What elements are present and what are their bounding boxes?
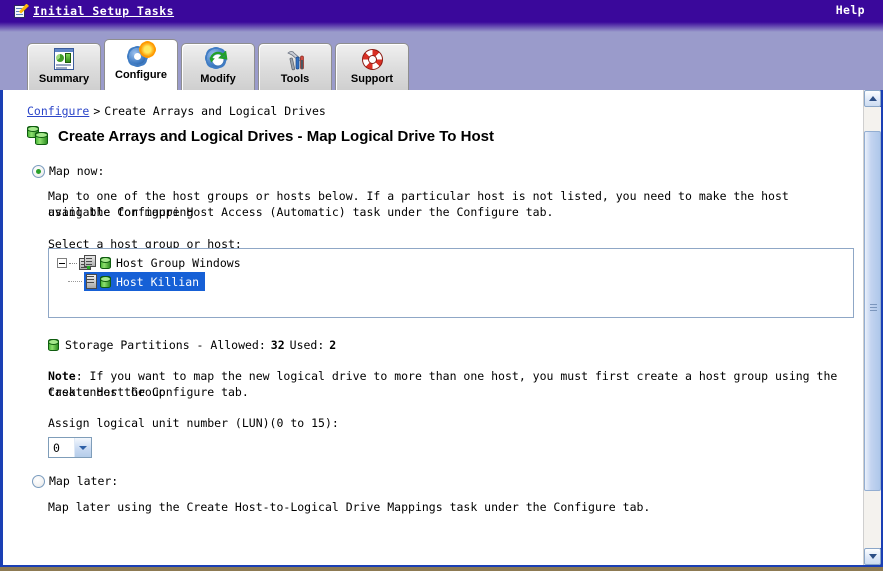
radio-map-now-label: Map now:: [49, 164, 105, 178]
tree-node-host-killian[interactable]: Host Killian: [84, 272, 206, 291]
tab-support[interactable]: Support: [335, 43, 409, 90]
tab-tools-label: Tools: [280, 73, 310, 85]
page-title-text: Create Arrays and Logical Drives - Map L…: [58, 127, 494, 145]
storage-partitions-used: 2: [329, 338, 337, 352]
tree-connector-line: [69, 262, 77, 264]
wizard-content: Map now: Map to one of the host groups o…: [6, 160, 854, 559]
tab-summary-label: Summary: [38, 73, 90, 85]
host-icon: [86, 274, 97, 289]
storage-partitions-allowed: 32: [270, 338, 285, 352]
chevron-down-icon[interactable]: [74, 438, 91, 457]
radio-map-later-control[interactable]: [32, 474, 45, 488]
lun-label: Assign logical unit number (LUN)(0 to 15…: [48, 416, 339, 430]
storage-partitions-text: Storage Partitions - Allowed:: [65, 338, 266, 352]
lun-selected-value: 0: [53, 440, 60, 455]
summary-report-icon: [51, 47, 77, 72]
tab-modify-label: Modify: [200, 73, 236, 85]
tab-configure-label: Configure: [115, 69, 167, 81]
chevron-up-icon: [868, 96, 877, 101]
green-cylinder-icon: [48, 338, 60, 352]
tab-modify[interactable]: Modify: [181, 43, 255, 90]
tree-node-host-group[interactable]: Host Group Windows: [57, 254, 853, 272]
tab-strip: Summary Configure Modify Tools Support: [0, 22, 883, 90]
hammer-wrench-icon: [282, 47, 308, 72]
tree-node-host-killian-label: Host Killian: [116, 274, 200, 289]
host-tree[interactable]: Host Group Windows Host Killian: [48, 248, 854, 318]
wizard-scroll-region: Map now: Map to one of the host groups o…: [6, 160, 867, 559]
green-disks-icon: [27, 126, 49, 146]
tab-list: Summary Configure Modify Tools Support: [27, 39, 412, 90]
green-cylinder-icon: [100, 275, 112, 289]
tab-tools[interactable]: Tools: [258, 43, 332, 90]
tab-configure[interactable]: Configure: [104, 39, 178, 90]
storage-partitions-used-label: Used:: [289, 338, 325, 352]
gear-sun-icon: [128, 43, 154, 68]
breadcrumb-link-configure[interactable]: Configure: [27, 104, 89, 118]
tree-child-connector: [68, 281, 82, 282]
map-now-description-line2: using the Configure Host Access (Automat…: [48, 205, 554, 219]
radio-map-later[interactable]: Map later:: [32, 474, 118, 488]
gear-refresh-icon: [205, 47, 231, 72]
note-label: Note: [48, 369, 76, 383]
scroll-down-button[interactable]: [864, 548, 881, 565]
radio-map-now-control[interactable]: [32, 164, 45, 178]
title-bar: Initial Setup Tasks Help: [0, 0, 883, 22]
notepad-pencil-icon: [14, 3, 29, 19]
radio-map-now[interactable]: Map now:: [32, 164, 104, 178]
breadcrumb-current: Create Arrays and Logical Drives: [104, 104, 326, 118]
breadcrumb-separator: >: [93, 104, 101, 118]
tab-summary[interactable]: Summary: [27, 43, 101, 90]
green-cylinder-icon: [100, 256, 112, 270]
page-title: Create Arrays and Logical Drives - Map L…: [27, 126, 494, 146]
tabstrip-gradient: [0, 22, 883, 32]
chevron-down-icon: [868, 554, 877, 559]
application-window: Initial Setup Tasks Help Summary Configu…: [0, 0, 883, 571]
help-link[interactable]: Help: [836, 3, 865, 17]
scroll-up-button[interactable]: [864, 90, 881, 107]
lun-select[interactable]: 0: [48, 437, 92, 458]
content-pane: Configure > Create Arrays and Logical Driv…: [0, 90, 883, 565]
tab-support-label: Support: [350, 73, 394, 85]
breadcrumb: Configure > Create Arrays and Logical Driv…: [27, 104, 326, 118]
map-later-description: Map later using the Create Host-to-Logic…: [48, 500, 651, 514]
grip-lines-icon: [870, 304, 877, 311]
host-group-icon: [79, 255, 98, 271]
life-ring-icon: [359, 47, 385, 72]
storage-partitions-status: Storage Partitions - Allowed: 32 Used: 2: [48, 338, 336, 352]
radio-map-later-label: Map later:: [49, 474, 119, 488]
tree-expander-icon[interactable]: [57, 258, 67, 268]
note-line2: task under the Configure tab.: [48, 385, 249, 399]
scrollbar-thumb[interactable]: [864, 131, 881, 491]
vertical-scrollbar[interactable]: [863, 90, 881, 565]
tree-node-host-group-label: Host Group Windows: [116, 256, 241, 270]
initial-setup-tasks-link[interactable]: Initial Setup Tasks: [14, 3, 175, 19]
initial-setup-tasks-label: Initial Setup Tasks: [33, 4, 175, 18]
window-bottom-edge: [0, 565, 883, 571]
scrollbar-track[interactable]: [864, 107, 881, 548]
